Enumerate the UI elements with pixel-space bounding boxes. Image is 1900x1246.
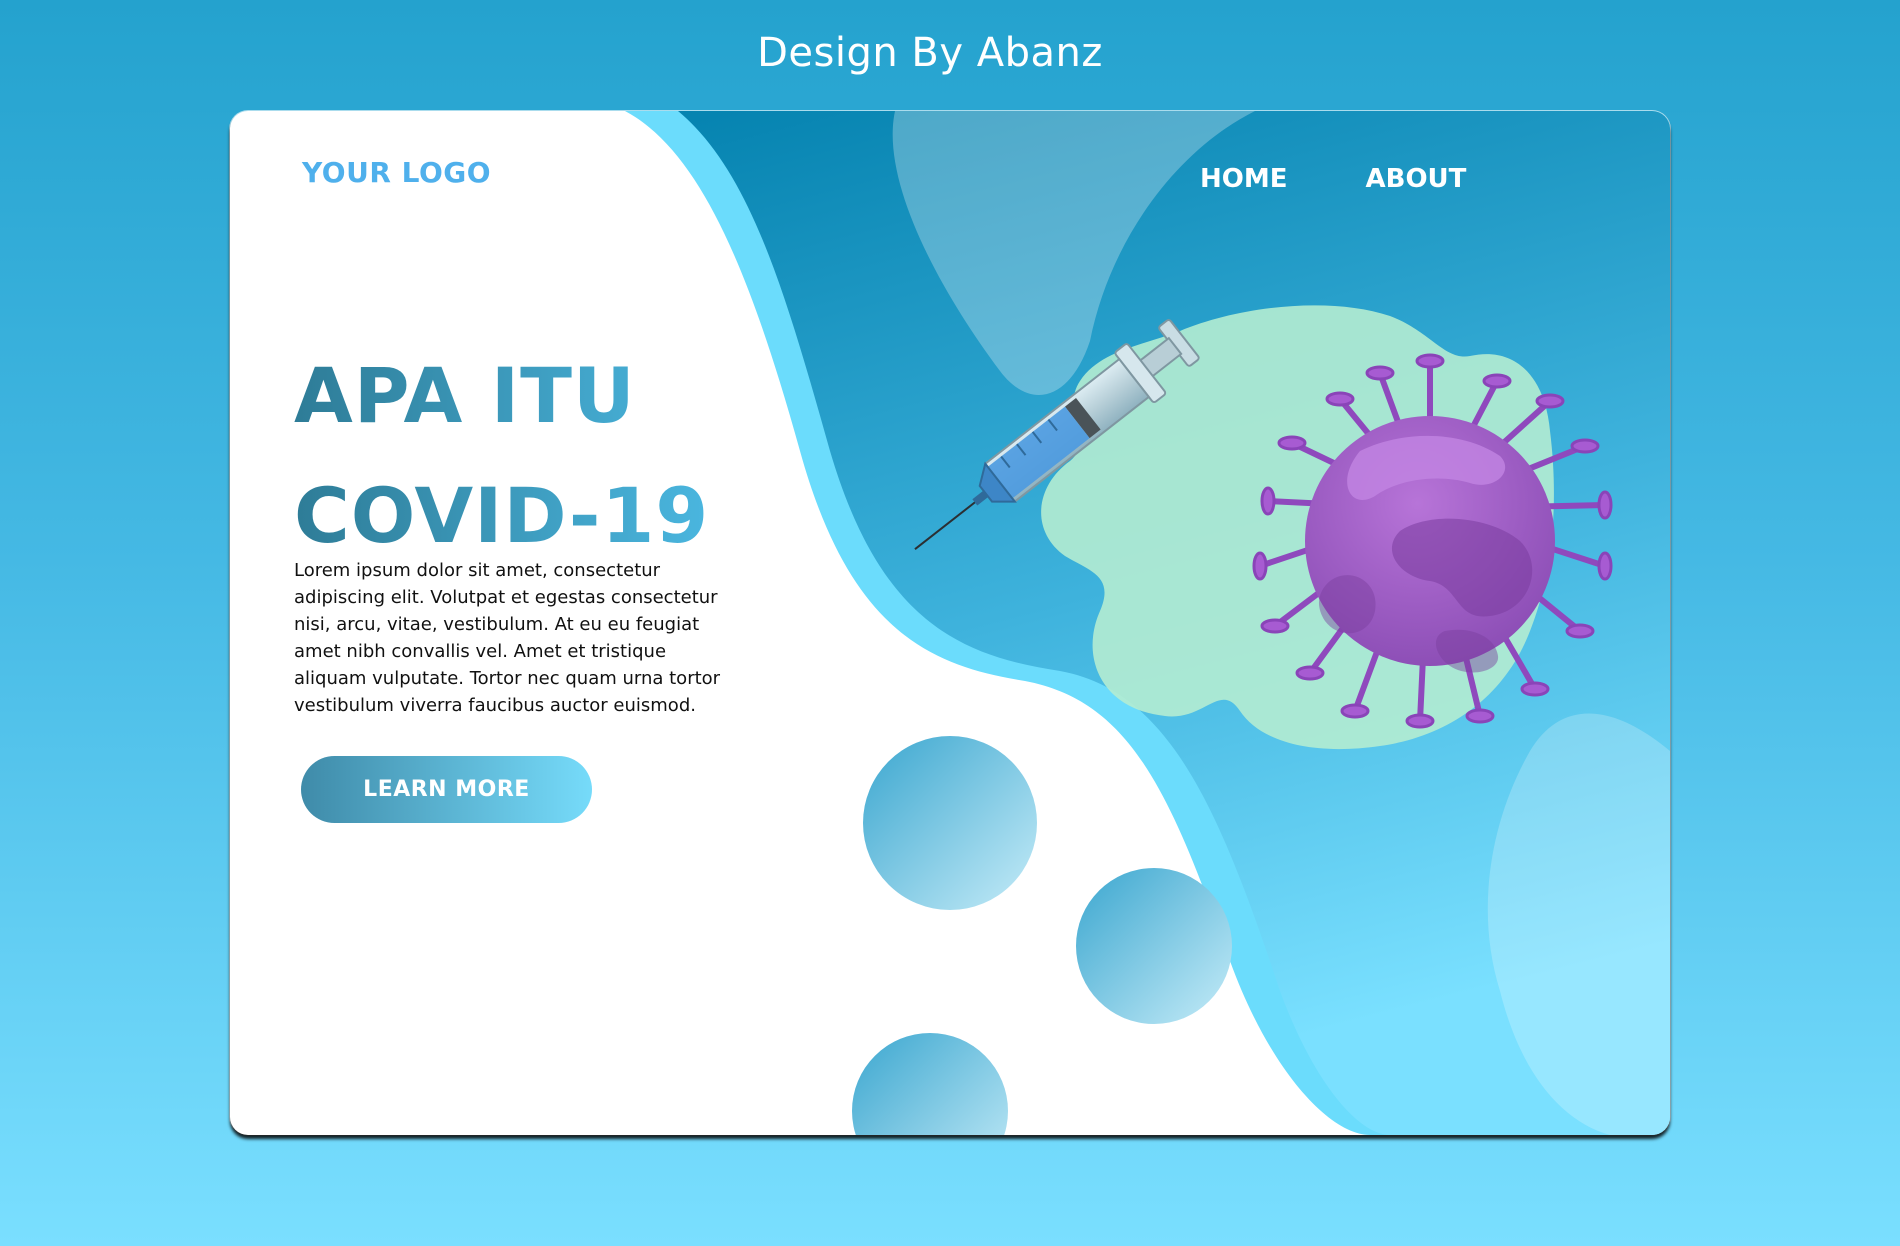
decor-circle-1 [863, 736, 1037, 910]
hero-description: Lorem ipsum dolor sit amet, consectetur … [294, 560, 721, 716]
hero-title-line-1: APA ITU [294, 351, 636, 440]
decor-circle-3 [852, 1033, 1008, 1135]
nav-about-link[interactable]: ABOUT [1366, 164, 1467, 194]
design-credit: Design By Abanz [757, 30, 1103, 76]
learn-more-button[interactable]: LEARN MORE [301, 756, 592, 823]
landing-page-card: YOUR LOGO HOME ABOUT APA ITU COVID-19 Lo… [230, 111, 1670, 1135]
decor-circle-2 [1076, 868, 1232, 1024]
hero-title: APA ITU COVID-19 [294, 336, 709, 576]
brand-logo[interactable]: YOUR LOGO [302, 156, 491, 189]
nav-home-link[interactable]: HOME [1200, 164, 1288, 194]
main-nav: HOME ABOUT [1200, 164, 1466, 194]
